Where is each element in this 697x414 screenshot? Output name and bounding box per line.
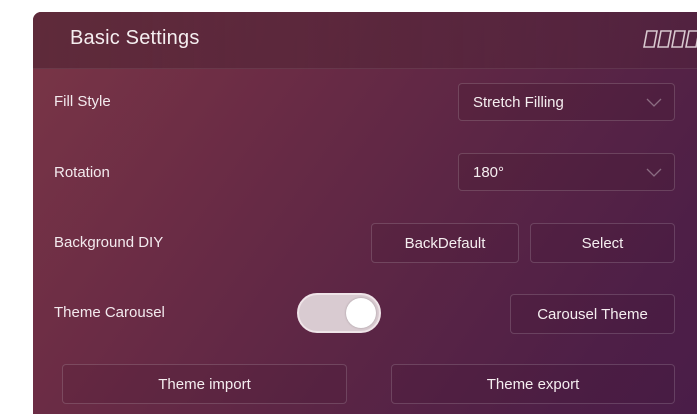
background-diy-label: Background DIY — [54, 234, 164, 251]
fill-style-value: Stretch Filling — [473, 94, 564, 111]
chevron-down-icon — [646, 98, 662, 107]
back-default-button[interactable]: BackDefault — [371, 223, 519, 263]
theme-export-button[interactable]: Theme export — [391, 364, 675, 404]
layout-columns-icon[interactable] — [643, 28, 697, 50]
carousel-theme-button[interactable]: Carousel Theme — [510, 294, 675, 334]
fill-style-select[interactable]: Stretch Filling — [458, 83, 675, 121]
theme-carousel-label: Theme Carousel — [54, 304, 165, 321]
fill-style-label: Fill Style — [54, 93, 111, 110]
panel-header: Basic Settings — [33, 12, 697, 69]
panel-title: Basic Settings — [70, 27, 200, 49]
rotation-select[interactable]: 180° — [458, 153, 675, 191]
chevron-down-icon — [646, 168, 662, 177]
select-background-button[interactable]: Select — [530, 223, 675, 263]
theme-import-button[interactable]: Theme import — [62, 364, 347, 404]
rotation-value: 180° — [473, 164, 505, 181]
toggle-knob — [346, 298, 376, 328]
theme-carousel-toggle[interactable] — [297, 293, 381, 333]
basic-settings-panel: Basic Settings Fill Style Stretch Fillin… — [33, 12, 697, 414]
rotation-label: Rotation — [54, 164, 110, 181]
